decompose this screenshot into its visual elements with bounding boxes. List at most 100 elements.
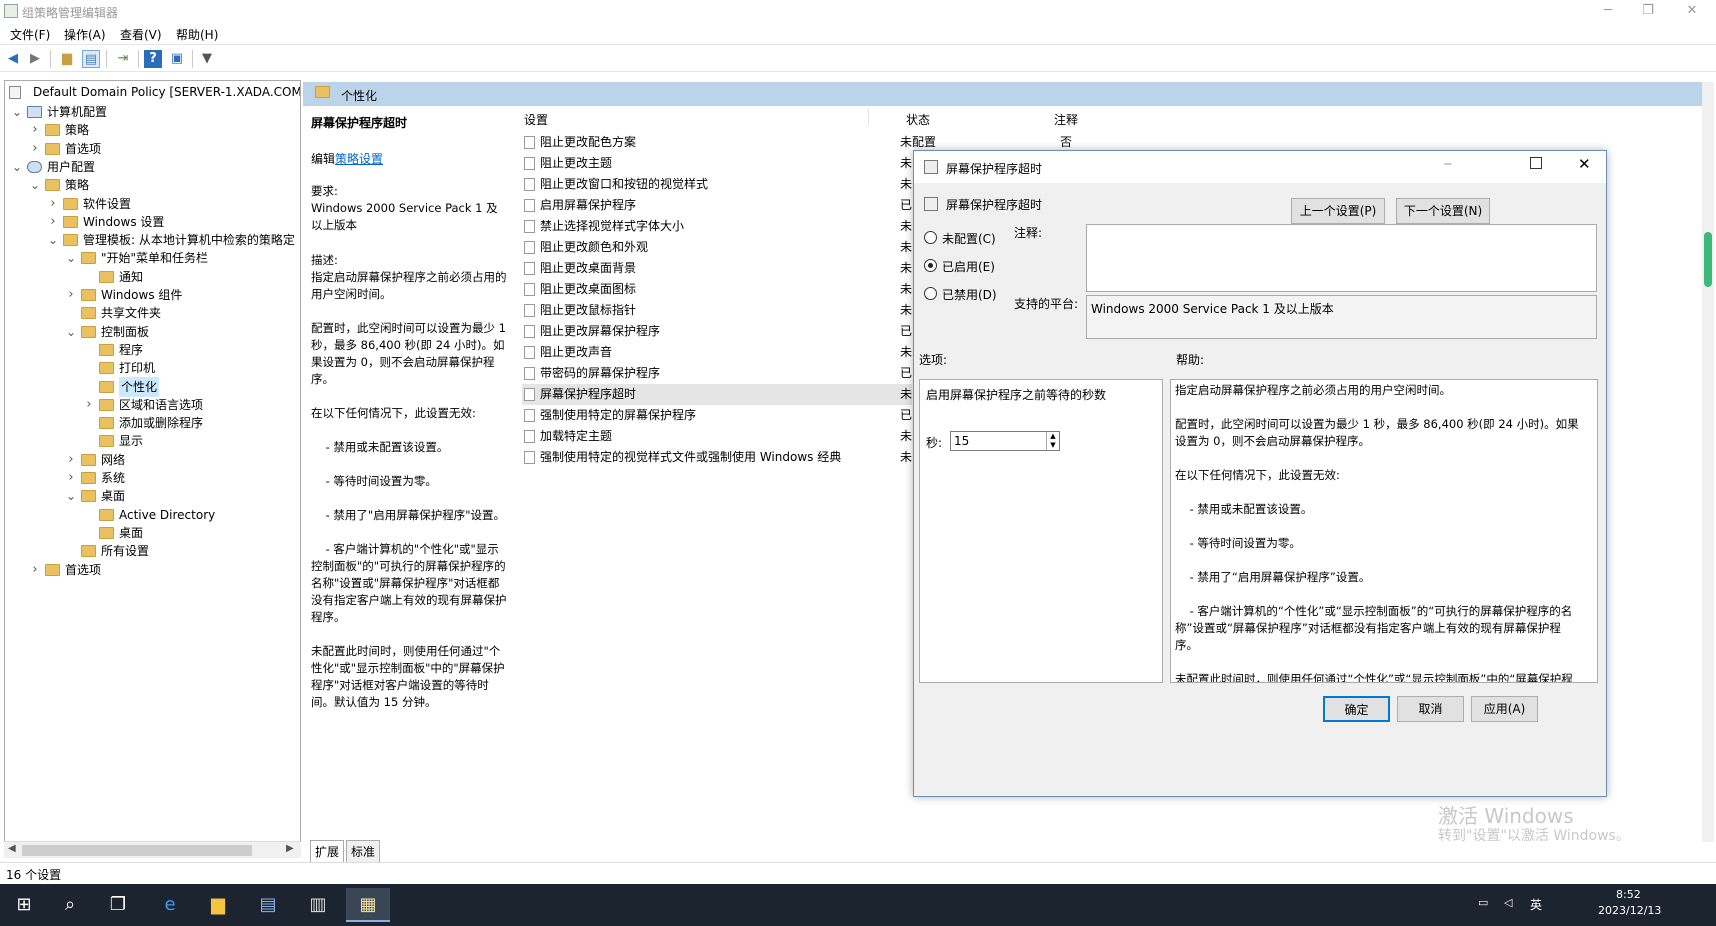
collapse-icon[interactable]: ⌄ [11, 102, 23, 122]
setting-row[interactable]: 带密码的屏幕保护程序 [522, 363, 912, 384]
tree-node[interactable]: 桌面 [5, 523, 300, 543]
tree-node[interactable]: 共享文件夹 [5, 303, 300, 323]
menu-help[interactable]: 帮助(H) [176, 26, 218, 43]
column-comment[interactable]: 注释 [1054, 111, 1078, 128]
tree-node[interactable]: › 网络 [5, 450, 300, 470]
enabled-radio[interactable] [924, 259, 937, 272]
tree-node[interactable]: 通知 [5, 267, 300, 287]
tree-horizontal-scrollbar[interactable]: ◀ ▶ [4, 841, 301, 858]
file-explorer-icon[interactable]: ▆ [196, 888, 240, 922]
tree-node[interactable]: ⌄ 管理模板: 从本地计算机中检索的策略定 [5, 230, 300, 250]
setting-row[interactable]: 阻止更改窗口和按钮的视觉样式 [522, 174, 912, 195]
collapse-icon[interactable]: ⌄ [65, 486, 77, 506]
seconds-spinbox[interactable]: 15 ▲ ▼ [950, 431, 1060, 451]
folder-up-icon[interactable]: ▆ [58, 50, 76, 68]
scroll-right-icon[interactable]: ▶ [286, 843, 294, 854]
expand-icon[interactable]: › [65, 285, 77, 305]
not-configured-radio[interactable] [924, 231, 937, 244]
tree-node[interactable]: 个性化 [5, 376, 300, 397]
tree-node[interactable]: ⌄ "开始"菜单和任务栏 [5, 248, 300, 268]
dialog-minimize-button[interactable]: ─ [1444, 157, 1451, 171]
setting-row[interactable]: 阻止更改桌面背景 [522, 258, 912, 279]
disabled-radio[interactable] [924, 287, 937, 300]
scroll-thumb[interactable] [22, 845, 252, 856]
right-vertical-scrollbar[interactable] [1702, 82, 1714, 842]
tab-standard[interactable]: 标准 [346, 840, 381, 862]
setting-row[interactable]: 启用屏幕保护程序 [522, 195, 912, 216]
ok-button[interactable]: 确定 [1323, 696, 1390, 722]
collapse-icon[interactable]: ⌄ [11, 157, 23, 177]
setting-row[interactable]: 阻止更改主题 [522, 153, 912, 174]
tree-node[interactable]: › Windows 组件 [5, 285, 300, 305]
spin-up-icon[interactable]: ▲ [1046, 432, 1059, 441]
comment-textarea[interactable] [1086, 224, 1597, 292]
tree-node[interactable]: 显示 [5, 431, 300, 451]
setting-row[interactable]: 阻止更改桌面图标 [522, 279, 912, 300]
tree-node[interactable]: › 首选项 [5, 560, 300, 580]
clock-time[interactable]: 8:52 [1616, 888, 1641, 901]
setting-row[interactable]: 阻止更改声音 [522, 342, 912, 363]
tree-node[interactable]: ⌄ 策略 [5, 175, 300, 195]
tree-node[interactable]: 所有设置 [5, 541, 300, 561]
tree-node[interactable]: 添加或删除程序 [5, 413, 300, 433]
tree-node[interactable]: 打印机 [5, 358, 300, 378]
properties-icon[interactable]: ▣ [168, 50, 186, 68]
dialog-close-button[interactable]: ✕ [1578, 155, 1591, 173]
help-icon[interactable]: ? [144, 50, 162, 68]
menu-action[interactable]: 操作(A) [64, 26, 106, 43]
network-icon[interactable]: ▭ [1478, 896, 1488, 909]
server-manager-icon[interactable]: ▤ [246, 888, 290, 922]
tree-node[interactable]: › 系统 [5, 468, 300, 488]
menu-view[interactable]: 查看(V) [120, 26, 162, 43]
volume-icon[interactable]: ◁ [1504, 896, 1512, 909]
expand-icon[interactable]: › [29, 560, 41, 580]
close-button[interactable]: ✕ [1680, 2, 1704, 20]
group-policy-editor-icon[interactable]: ▦ [346, 888, 390, 922]
clock-date[interactable]: 2023/12/13 [1598, 904, 1661, 917]
show-hide-tree-icon[interactable]: ▤ [82, 50, 100, 68]
scroll-thumb[interactable] [1704, 232, 1712, 287]
next-setting-button[interactable]: 下一个设置(N) [1396, 198, 1490, 224]
back-icon[interactable]: ◀ [4, 50, 22, 68]
restore-button[interactable]: ❐ [1636, 2, 1660, 20]
filter-icon[interactable]: ▼ [198, 50, 216, 68]
spin-down-icon[interactable]: ▼ [1046, 441, 1059, 450]
tree-node[interactable]: › 策略 [5, 120, 300, 140]
task-view-icon[interactable]: ❐ [96, 888, 140, 922]
previous-setting-button[interactable]: 上一个设置(P) [1291, 198, 1385, 224]
expand-icon[interactable]: › [47, 212, 59, 232]
collapse-icon[interactable]: ⌄ [65, 322, 77, 342]
tree-node[interactable]: › 区域和语言选项 [5, 395, 300, 415]
edge-browser-icon[interactable]: e [148, 888, 192, 922]
expand-icon[interactable]: › [65, 450, 77, 470]
forward-icon[interactable]: ▶ [26, 50, 44, 68]
tree-node[interactable]: ⌄ 控制面板 [5, 322, 300, 342]
setting-row[interactable]: 阻止更改屏幕保护程序 [522, 321, 912, 342]
collapse-icon[interactable]: ⌄ [29, 175, 41, 195]
column-state[interactable]: 状态 [906, 111, 930, 128]
dialog-maximize-button[interactable] [1530, 157, 1542, 169]
setting-row[interactable]: 加载特定主题 [522, 426, 912, 447]
start-button[interactable]: ⊞ [2, 888, 46, 922]
collapse-icon[interactable]: ⌄ [65, 248, 77, 268]
expand-icon[interactable]: › [29, 139, 41, 159]
seconds-value[interactable]: 15 [954, 434, 969, 448]
expand-icon[interactable]: › [47, 194, 59, 214]
setting-row[interactable]: 强制使用特定的视觉样式文件或强制使用 Windows 经典 [522, 447, 912, 468]
cancel-button[interactable]: 取消 [1397, 696, 1464, 722]
setting-row[interactable]: 阻止更改颜色和外观 [522, 237, 912, 258]
menu-file[interactable]: 文件(F) [10, 26, 50, 43]
expand-icon[interactable]: › [29, 120, 41, 140]
tree-node[interactable]: 程序 [5, 340, 300, 360]
expand-icon[interactable]: › [65, 468, 77, 488]
scroll-left-icon[interactable]: ◀ [8, 843, 16, 854]
setting-row[interactable]: 强制使用特定的屏幕保护程序 [522, 405, 912, 426]
expand-icon[interactable]: › [83, 395, 95, 415]
tree-node[interactable]: › Windows 设置 [5, 212, 300, 232]
tree-node[interactable]: ⌄ 计算机配置 [5, 102, 300, 122]
search-icon[interactable]: ⌕ [48, 888, 92, 922]
export-list-icon[interactable]: ⇥ [114, 50, 132, 68]
collapse-icon[interactable]: ⌄ [47, 230, 59, 250]
tree-node[interactable]: ⌄ 用户配置 [5, 157, 300, 177]
tree-node[interactable]: ⌄ 桌面 [5, 486, 300, 506]
